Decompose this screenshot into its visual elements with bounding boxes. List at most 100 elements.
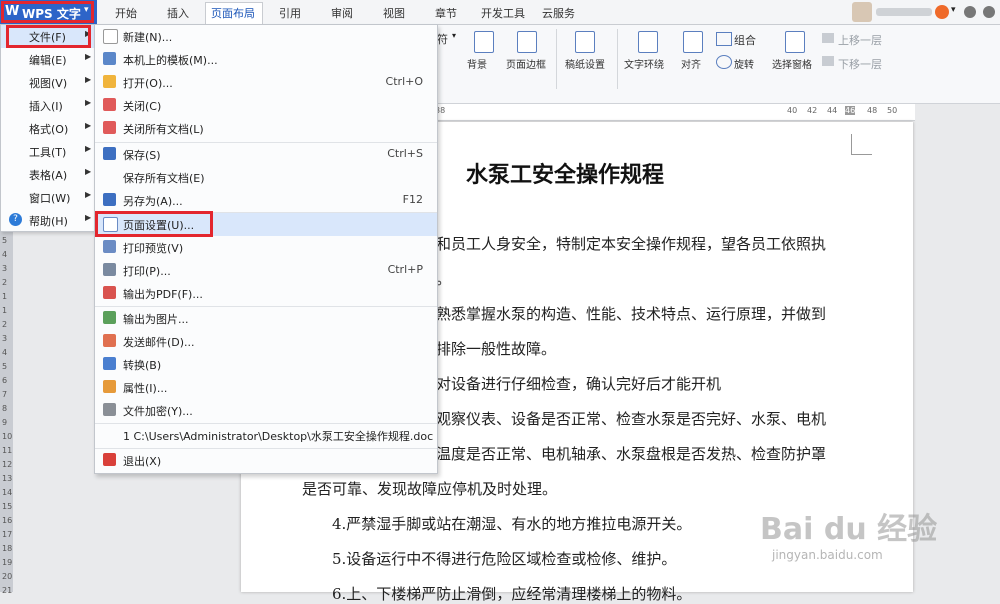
vruler-number: 6: [2, 376, 8, 385]
send-backward-icon[interactable]: [822, 56, 834, 66]
template-icon: [103, 52, 116, 65]
menu-item-insert[interactable]: 插入(I) ▶: [1, 94, 95, 117]
close-all-icon: [103, 121, 116, 134]
menu-item-recent-file[interactable]: 1 C:\Users\Administrator\Desktop\水泵工安全操作…: [95, 424, 437, 447]
exit-icon: [103, 453, 116, 466]
document-line: 行观察仪表、设备是否正常、检查水泵是否完好、水泵、电机: [421, 410, 827, 428]
menu-item-label: 保存所有文档(E): [123, 172, 205, 185]
menu-item-format[interactable]: 格式(O) ▶: [1, 117, 95, 140]
chevron-down-icon[interactable]: ▾: [951, 5, 956, 15]
menu-item-close-all[interactable]: 关闭所有文档(L): [95, 117, 437, 140]
vruler-number: 19: [2, 558, 13, 567]
menu-item-label: 发送邮件(D)...: [123, 336, 195, 349]
background-icon[interactable]: [474, 31, 494, 53]
menu-item-edit[interactable]: 编辑(E) ▶: [1, 48, 95, 71]
menu-item-tools[interactable]: 工具(T) ▶: [1, 140, 95, 163]
menu-item-label: 视图(V): [29, 77, 68, 90]
menu-item-print-preview[interactable]: 打印预览(V): [95, 236, 437, 259]
bring-forward-button[interactable]: 上移一层: [838, 32, 882, 48]
menu-item-export-pdf[interactable]: 输出为PDF(F)...: [95, 282, 437, 305]
chevron-down-icon[interactable]: ▾: [452, 31, 456, 40]
print-preview-icon: [103, 240, 116, 253]
tab-developer[interactable]: 开发工具: [481, 5, 525, 21]
ruler-number: 42: [807, 106, 818, 115]
tab-review[interactable]: 审阅: [331, 5, 353, 21]
text-wrap-button[interactable]: 文字环绕: [624, 56, 664, 71]
text-wrap-icon[interactable]: [638, 31, 658, 53]
account-name[interactable]: [876, 8, 932, 16]
ribbon-divider: [617, 29, 618, 89]
menu-item-properties[interactable]: 属性(I)...: [95, 376, 437, 399]
menu-item-label: 关闭所有文档(L): [123, 123, 204, 136]
menu-item-label: 打开(O)...: [123, 77, 173, 90]
skin-icon[interactable]: [964, 6, 976, 18]
bring-forward-icon[interactable]: [822, 33, 834, 43]
send-backward-button[interactable]: 下移一层: [838, 56, 882, 72]
shortcut-label: Ctrl+O: [385, 75, 423, 88]
menu-item-print[interactable]: 打印(P)... Ctrl+P: [95, 259, 437, 282]
tab-sections[interactable]: 章节: [435, 5, 457, 21]
vruler-number: 4: [2, 348, 8, 357]
menu-item-convert[interactable]: 转换(B): [95, 353, 437, 376]
align-icon[interactable]: [683, 31, 703, 53]
avatar[interactable]: [852, 2, 872, 22]
document-line: 承温度是否正常、电机轴承、水泵盘根是否发热、检查防护罩: [421, 445, 827, 463]
rotate-icon[interactable]: [716, 55, 732, 69]
pdf-icon: [103, 286, 116, 299]
menu-item-view[interactable]: 视图(V) ▶: [1, 71, 95, 94]
group-icon[interactable]: [716, 32, 732, 46]
help-circle-icon[interactable]: [983, 6, 995, 18]
menu-item-open[interactable]: 打开(O)... Ctrl+O: [95, 71, 437, 94]
document-title: 水泵工安全操作规程: [466, 162, 665, 188]
menu-item-export-image[interactable]: 输出为图片...: [95, 307, 437, 330]
menu-item-new[interactable]: 新建(N)...: [95, 25, 437, 48]
vruler-number: 20: [2, 572, 13, 581]
menu-item-window[interactable]: 窗口(W) ▶: [1, 186, 95, 209]
page-border-button[interactable]: 页面边框: [506, 56, 546, 71]
manuscript-settings-button[interactable]: 稿纸设置: [565, 56, 605, 71]
vruler-number: 2: [2, 278, 8, 287]
tab-insert[interactable]: 插入: [167, 5, 189, 21]
menu-item-label: 输出为PDF(F)...: [123, 288, 203, 301]
document-line: 须对设备进行仔细检查，确认完好后才能开机: [421, 375, 722, 393]
margin-corner-mark: [851, 134, 872, 155]
menu-item-save-as[interactable]: 另存为(A)... F12: [95, 189, 437, 212]
menu-item-encrypt[interactable]: 文件加密(Y)...: [95, 399, 437, 422]
vruler-number: 10: [2, 432, 13, 441]
align-button[interactable]: 对齐: [681, 56, 701, 71]
menu-item-close[interactable]: 关闭(C): [95, 94, 437, 117]
selection-pane-icon[interactable]: [785, 31, 805, 53]
document-line: 产和员工人身安全，特制定本安全操作规程，望各员工依照执: [421, 235, 827, 253]
notification-icon[interactable]: [935, 5, 949, 19]
menu-item-help[interactable]: ? 帮助(H) ▶: [1, 209, 95, 232]
selection-pane-button[interactable]: 选择窗格: [772, 56, 812, 71]
encrypt-icon: [103, 403, 116, 416]
tab-page-layout[interactable]: 页面布局: [211, 5, 255, 21]
menu-item-save[interactable]: 保存(S) Ctrl+S: [95, 143, 437, 166]
tab-references[interactable]: 引用: [279, 5, 301, 21]
menu-item-exit[interactable]: 退出(X): [95, 449, 437, 472]
save-icon: [103, 147, 116, 160]
menu-item-label: 1 C:\Users\Administrator\Desktop\水泵工安全操作…: [123, 430, 434, 443]
tab-cloud[interactable]: 云服务: [542, 5, 575, 21]
tab-view[interactable]: 视图: [383, 5, 405, 21]
menu-tab-bar: W WPS 文字 ▾ 开始 插入 页面布局 引用 审阅 视图 章节 开发工具 云…: [0, 0, 1000, 25]
tab-home[interactable]: 开始: [115, 5, 137, 21]
rotate-button[interactable]: 旋转: [734, 56, 754, 71]
menu-item-save-all[interactable]: 保存所有文档(E): [95, 166, 437, 189]
document-line: 5.设备运行中不得进行危险区域检查或检修、维护。: [332, 550, 677, 568]
group-button[interactable]: 组合: [734, 32, 756, 48]
chevron-right-icon: ▶: [85, 213, 92, 222]
menu-item-send-mail[interactable]: 发送邮件(D)...: [95, 330, 437, 353]
menu-item-templates[interactable]: 本机上的模板(M)...: [95, 48, 437, 71]
background-button[interactable]: 背景: [467, 56, 487, 71]
horizontal-ruler: 38 40 42 44 46 48 50: [435, 104, 915, 121]
menu-item-table[interactable]: 表格(A) ▶: [1, 163, 95, 186]
manuscript-icon[interactable]: [575, 31, 595, 53]
page-border-icon[interactable]: [517, 31, 537, 53]
vruler-number: 5: [2, 236, 8, 245]
vruler-number: 5: [2, 362, 8, 371]
chevron-right-icon: ▶: [85, 190, 92, 199]
menu-item-label: 打印预览(V): [123, 242, 184, 255]
menu-item-label: 插入(I): [29, 100, 63, 113]
